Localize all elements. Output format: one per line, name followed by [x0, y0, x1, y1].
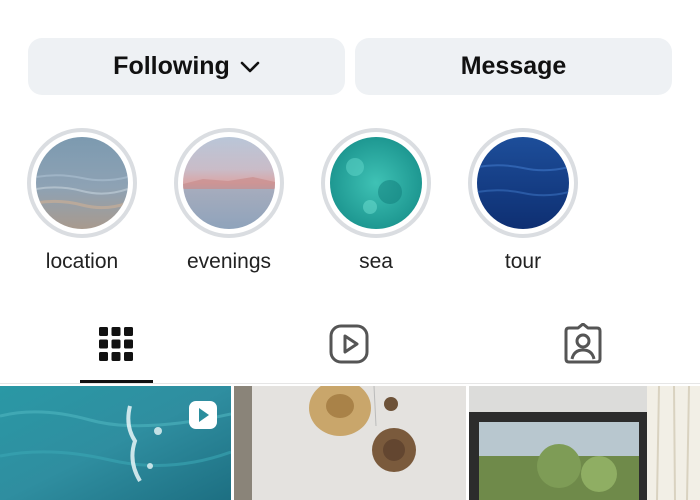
- following-button[interactable]: Following: [28, 38, 345, 95]
- post-image-hats: [234, 386, 466, 500]
- highlight-label: evenings: [186, 250, 272, 273]
- reels-icon[interactable]: [328, 323, 370, 365]
- highlight-ring: [321, 128, 431, 238]
- post-tile[interactable]: [469, 386, 700, 500]
- highlight-thumbnail: [36, 137, 128, 229]
- post-tile[interactable]: [234, 386, 466, 500]
- highlight-tour[interactable]: tour: [464, 128, 582, 274]
- highlight-thumbnail: [330, 137, 422, 229]
- tagged-icon[interactable]: [562, 323, 604, 365]
- tab-divider: [0, 383, 700, 384]
- highlight-thumbnail: [183, 137, 275, 229]
- chevron-down-icon: [240, 61, 260, 72]
- highlight-ring: [468, 128, 578, 238]
- post-image-window: [469, 386, 700, 500]
- highlight-sea[interactable]: sea: [317, 128, 435, 274]
- highlight-ring: [27, 128, 137, 238]
- message-label: Message: [460, 52, 567, 80]
- highlight-thumbnail: [477, 137, 569, 229]
- highlight-label: tour: [504, 250, 542, 273]
- post-tile[interactable]: [0, 386, 231, 500]
- highlight-location[interactable]: location: [23, 128, 141, 274]
- following-label: Following: [113, 52, 230, 80]
- highlight-ring: [174, 128, 284, 238]
- highlight-label: sea: [359, 250, 393, 273]
- message-button[interactable]: Message: [355, 38, 672, 95]
- grid-icon[interactable]: [95, 323, 137, 365]
- highlight-evenings[interactable]: evenings: [170, 128, 288, 274]
- highlight-label: location: [45, 250, 119, 273]
- reel-play-icon: [189, 401, 217, 429]
